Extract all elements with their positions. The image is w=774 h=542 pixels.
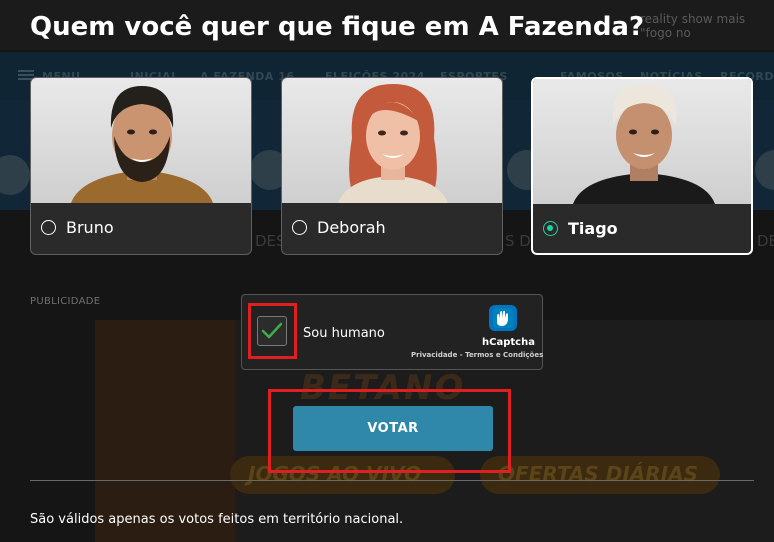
candidate-card-bruno[interactable]: Bruno: [30, 77, 252, 255]
poll-title: Quem você quer que fique em A Fazenda?: [30, 12, 645, 42]
ad-label: PUBLICIDADE: [30, 296, 101, 307]
candidate-name-tiago: Tiago: [568, 219, 618, 238]
hcaptcha-brand: hCaptcha: [482, 337, 535, 348]
background-headline: reality show mais "fogo no: [640, 12, 746, 40]
candidate-name-deborah: Deborah: [317, 218, 386, 237]
candidate-photo-bruno: [31, 78, 251, 203]
radio-deborah[interactable]: [292, 220, 307, 235]
privacy-link[interactable]: Privacidade: [411, 351, 457, 359]
captcha-widget: Sou humano hCaptcha Privacidade - Termos…: [241, 294, 543, 370]
captcha-checkbox[interactable]: [257, 316, 287, 346]
background-ad-pill-label: OFERTAS DIÁRIAS: [498, 462, 699, 486]
divider: [30, 480, 754, 481]
radio-tiago[interactable]: [543, 221, 558, 236]
captcha-links: Privacidade - Termos e Condições: [411, 351, 543, 359]
checkmark-icon: [261, 322, 283, 339]
terms-link[interactable]: Termos e Condições: [465, 351, 543, 359]
vote-button[interactable]: VOTAR: [293, 406, 493, 451]
candidate-card-tiago[interactable]: Tiago: [531, 77, 753, 255]
candidate-photo-tiago: [533, 79, 751, 204]
background-ad-image: [95, 320, 235, 542]
link-separator: -: [457, 351, 466, 359]
footnote: São válidos apenas os votos feitos em te…: [30, 512, 404, 527]
background-fragment: S D: [505, 232, 531, 250]
candidate-name-bruno: Bruno: [66, 218, 114, 237]
hcaptcha-logo-icon: [489, 305, 517, 331]
captcha-label: Sou humano: [303, 326, 385, 341]
candidate-card-deborah[interactable]: Deborah: [281, 77, 503, 255]
background-fragment: DE: [757, 232, 774, 250]
candidate-photo-deborah: [282, 78, 502, 203]
background-ad-logo: BETANO: [300, 368, 466, 408]
background-ad-pill-label: JOGOS AO VIVO: [248, 462, 422, 486]
radio-bruno[interactable]: [41, 220, 56, 235]
